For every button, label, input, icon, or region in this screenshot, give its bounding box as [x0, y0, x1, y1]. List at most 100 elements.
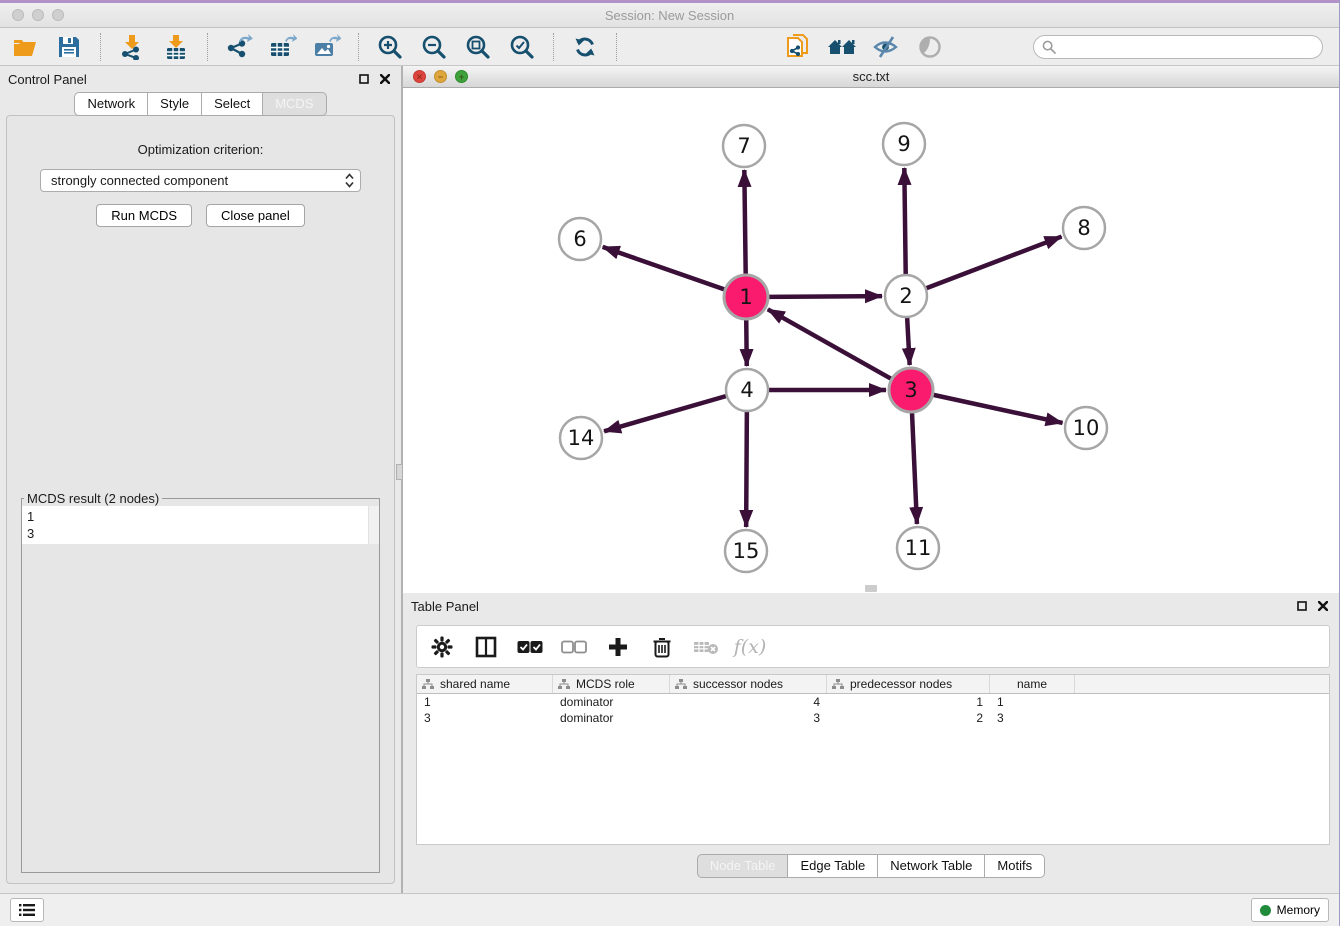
toolbar-separator — [553, 33, 554, 61]
zoom-fit-button[interactable] — [463, 32, 493, 62]
tab-style[interactable]: Style — [148, 92, 202, 116]
graph-node-label: 8 — [1077, 216, 1090, 240]
zoom-in-button[interactable] — [375, 32, 405, 62]
graph-node-3[interactable]: 3 — [889, 368, 933, 412]
select-all-button[interactable] — [517, 634, 543, 660]
network-graph[interactable]: 7 9 6 8 1 2 4 3 14 10 15 11 — [403, 88, 1335, 593]
import-table-button[interactable] — [161, 32, 191, 62]
open-file-button[interactable] — [10, 32, 40, 62]
column-sort-icon — [558, 679, 570, 690]
export-table-button[interactable] — [268, 32, 298, 62]
status-bar: Memory — [0, 893, 1339, 926]
graph-node-2[interactable]: 2 — [885, 275, 927, 317]
refresh-button[interactable] — [570, 32, 600, 62]
graph-edge-2-3[interactable] — [907, 318, 910, 365]
graph-edge-4-14[interactable] — [604, 396, 726, 431]
network-canvas[interactable]: 7 9 6 8 1 2 4 3 14 10 15 11 — [403, 88, 1339, 593]
maximize-network-icon[interactable]: + — [455, 70, 468, 83]
tab-node-table[interactable]: Node Table — [697, 854, 789, 878]
graph-node-15[interactable]: 15 — [725, 530, 767, 572]
close-table-panel-icon[interactable] — [1315, 598, 1331, 614]
graph-node-label: 11 — [905, 536, 932, 560]
float-panel-icon[interactable] — [356, 71, 372, 87]
graph-node-6[interactable]: 6 — [559, 218, 601, 260]
tab-motifs[interactable]: Motifs — [985, 854, 1045, 878]
close-panel-button[interactable]: Close panel — [206, 204, 305, 227]
graph-edge-1-2[interactable] — [769, 296, 882, 297]
graph-node-7[interactable]: 7 — [723, 125, 765, 167]
deselect-all-button[interactable] — [561, 634, 587, 660]
clone-network-button[interactable] — [783, 32, 813, 62]
export-image-button[interactable] — [312, 32, 342, 62]
graph-node-4[interactable]: 4 — [726, 369, 768, 411]
result-scrollbar[interactable] — [368, 506, 379, 544]
graph-edge-1-6[interactable] — [603, 247, 725, 289]
delete-table-button[interactable] — [693, 634, 719, 660]
table-row[interactable]: 3dominator323 — [417, 710, 1329, 726]
hide-network-button[interactable] — [871, 32, 901, 62]
result-line: 1 — [27, 508, 365, 525]
function-builder-button[interactable]: f(x) — [737, 634, 763, 660]
column-sort-icon — [832, 679, 844, 690]
add-column-icon — [607, 636, 629, 658]
graph-edge-3-11[interactable] — [912, 413, 917, 524]
column-header-predecessor-nodes[interactable]: predecessor nodes — [827, 675, 990, 693]
table-settings-button[interactable] — [429, 634, 455, 660]
mcds-result-fieldset: MCDS result (2 nodes) 13 — [21, 491, 380, 873]
result-lines-container: 13 — [27, 508, 365, 542]
add-column-button[interactable] — [605, 634, 631, 660]
graph-edge-2-9[interactable] — [904, 168, 905, 274]
tab-network-table[interactable]: Network Table — [878, 854, 985, 878]
task-history-button[interactable] — [10, 898, 44, 922]
tab-edge-table[interactable]: Edge Table — [788, 854, 878, 878]
search-box[interactable] — [1033, 35, 1323, 59]
close-network-icon[interactable]: ✕ — [413, 70, 426, 83]
tab-network[interactable]: Network — [74, 92, 148, 116]
graph-node-8[interactable]: 8 — [1063, 207, 1105, 249]
zoom-out-button[interactable] — [419, 32, 449, 62]
minimize-network-icon[interactable]: − — [434, 70, 447, 83]
column-header-mcds-role[interactable]: MCDS role — [553, 675, 670, 693]
close-panel-icon[interactable] — [377, 71, 393, 87]
network-window-titlebar[interactable]: scc.txt ✕ − + — [403, 66, 1339, 88]
canvas-scrollbar-thumb[interactable] — [865, 585, 877, 592]
save-session-button[interactable] — [54, 32, 84, 62]
show-eye-button[interactable] — [915, 32, 945, 62]
home-button[interactable] — [827, 32, 857, 62]
column-header-label: name — [1017, 677, 1047, 691]
graph-node-11[interactable]: 11 — [897, 527, 939, 569]
table-row[interactable]: 1dominator411 — [417, 694, 1329, 710]
graph-edge-1-7[interactable] — [744, 170, 745, 274]
show-columns-button[interactable] — [473, 634, 499, 660]
optimization-criterion-select[interactable]: strongly connected component — [40, 169, 361, 192]
import-network-button[interactable] — [117, 32, 147, 62]
graph-edge-3-10[interactable] — [933, 395, 1062, 423]
delete-column-button[interactable] — [649, 634, 675, 660]
graph-node-label: 6 — [573, 227, 586, 251]
tab-select[interactable]: Select — [202, 92, 263, 116]
graph-edge-3-1[interactable] — [768, 309, 891, 378]
graph-node-10[interactable]: 10 — [1065, 407, 1107, 449]
mcds-result-list[interactable]: 13 — [22, 506, 379, 544]
graph-edge-4-15[interactable] — [746, 412, 747, 527]
graph-node-9[interactable]: 9 — [883, 123, 925, 165]
graph-edge-2-8[interactable] — [927, 237, 1062, 289]
table-cell: 3 — [990, 711, 1075, 725]
column-header-label: MCDS role — [576, 677, 635, 691]
zoom-selected-button[interactable] — [507, 32, 537, 62]
panel-splitter-handle[interactable] — [396, 464, 403, 480]
run-mcds-button[interactable]: Run MCDS — [96, 204, 192, 227]
zoom-selected-icon — [509, 34, 535, 60]
memory-button[interactable]: Memory — [1251, 898, 1329, 922]
column-header-successor-nodes[interactable]: successor nodes — [670, 675, 827, 693]
node-table[interactable]: shared name MCDS role successor nodesprede… — [416, 674, 1330, 845]
export-network-button[interactable] — [224, 32, 254, 62]
search-input[interactable] — [1061, 40, 1314, 54]
column-header-name[interactable]: name — [990, 675, 1075, 693]
column-header-shared-name[interactable]: shared name — [417, 675, 553, 693]
table-cell: 1 — [990, 695, 1075, 709]
tab-mcds[interactable]: MCDS — [263, 92, 326, 116]
graph-node-1[interactable]: 1 — [724, 275, 768, 319]
float-table-panel-icon[interactable] — [1294, 598, 1310, 614]
graph-node-14[interactable]: 14 — [560, 417, 602, 459]
